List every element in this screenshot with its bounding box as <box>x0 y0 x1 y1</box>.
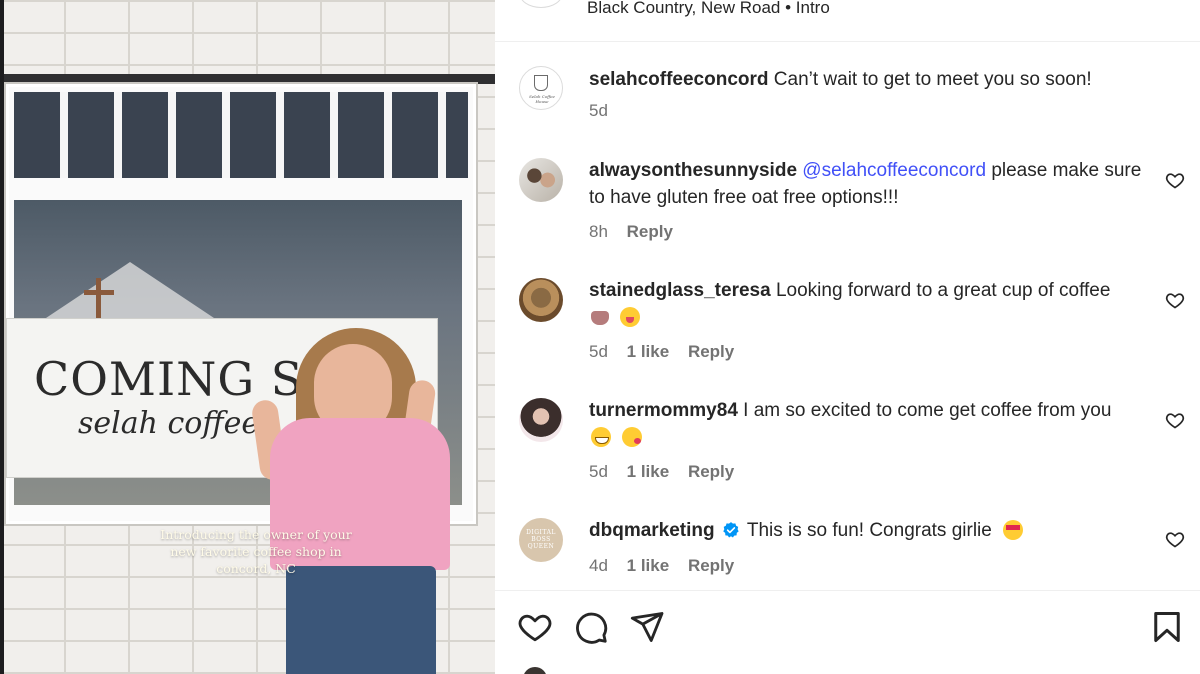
comment-body: selahcoffeeconcord Can’t wait to get to … <box>589 66 1149 93</box>
reply-button[interactable]: Reply <box>688 342 734 361</box>
post-header: Black Country, New Road • Intro <box>495 0 1200 42</box>
comment-body: dbqmarketing This is so fun! Congrats gi… <box>589 517 1149 544</box>
save-button[interactable] <box>1149 609 1185 645</box>
comment-mention-link[interactable]: @selahcoffeeconcord <box>802 160 986 181</box>
comment-time[interactable]: 8h <box>589 222 608 241</box>
cross-reflection-bar <box>84 290 114 295</box>
banner-subtitle: selah coffee <box>78 406 260 441</box>
comment-meta: 4d 1 like Reply <box>589 556 748 576</box>
avatar[interactable] <box>519 278 563 322</box>
comment-text: This is so fun! Congrats girlie <box>746 520 992 541</box>
comment-meta: 5d 1 like Reply <box>589 462 748 482</box>
comment-username[interactable]: stainedglass_teresa <box>589 280 771 301</box>
paper-plane-icon <box>630 612 664 642</box>
comment-text: Looking forward to a great cup of coffee <box>775 280 1111 301</box>
avatar-label: DIGITAL BOSS QUEEN <box>526 529 556 550</box>
comment-username[interactable]: turnermommy84 <box>589 400 738 421</box>
heart-eyes-emoji <box>1003 520 1024 540</box>
avatar-label: Selah Coffee House <box>529 94 555 104</box>
awning-bar <box>0 74 495 84</box>
comment-meta: 5d <box>589 101 622 121</box>
comment-time[interactable]: 5d <box>589 101 608 120</box>
comment-meta: 8h Reply <box>589 222 687 242</box>
like-comment-button[interactable] <box>1165 529 1185 549</box>
comment-likes[interactable]: 1 like <box>627 342 670 361</box>
person-jeans <box>286 566 436 674</box>
verified-badge-icon <box>723 522 739 538</box>
media-caption: Introducing the owner of your new favori… <box>160 527 352 576</box>
reply-button[interactable]: Reply <box>627 222 673 241</box>
avatar[interactable] <box>519 398 563 442</box>
comment-body: stainedglass_teresa Looking forward to a… <box>589 277 1149 331</box>
comment-body: alwaysonthesunnyside @selahcoffeeconcord… <box>589 157 1149 211</box>
bookmark-icon <box>1154 612 1180 642</box>
comment-username[interactable]: selahcoffeeconcord <box>589 69 769 90</box>
comment-username[interactable]: dbqmarketing <box>589 520 715 541</box>
avatar[interactable]: DIGITAL BOSS QUEEN <box>519 518 563 562</box>
like-comment-button[interactable] <box>1165 290 1185 310</box>
like-comment-button[interactable] <box>1165 170 1185 190</box>
like-post-button[interactable] <box>517 609 553 645</box>
liker-avatar[interactable] <box>523 667 547 674</box>
comment-bubble-icon <box>576 612 608 644</box>
window-transom <box>14 92 468 178</box>
heart-icon <box>1165 532 1185 548</box>
heart-icon <box>1165 173 1185 189</box>
comment-time[interactable]: 4d <box>589 556 608 575</box>
comment-meta: 5d 1 like Reply <box>589 342 748 362</box>
comment-button[interactable] <box>573 609 609 645</box>
cross-reflection <box>96 278 101 320</box>
comment-text: Can’t wait to get to meet you so soon! <box>773 69 1092 90</box>
comment-username[interactable]: alwaysonthesunnyside <box>589 160 797 181</box>
heart-icon <box>1165 413 1185 429</box>
heart-icon <box>1165 293 1185 309</box>
avatar[interactable]: Selah Coffee House <box>519 66 563 110</box>
comment-text: I am so excited to come get coffee from … <box>743 400 1112 421</box>
like-comment-button[interactable] <box>1165 410 1185 430</box>
post-media[interactable]: COMING SOO selah coffee Introducing the … <box>0 0 495 674</box>
share-button[interactable] <box>629 609 665 645</box>
zany-face-emoji <box>620 307 641 327</box>
author-avatar[interactable] <box>519 0 563 8</box>
comment-likes[interactable]: 1 like <box>627 462 670 481</box>
post-action-bar <box>495 590 1200 674</box>
tea-emoji <box>591 311 609 325</box>
reply-button[interactable]: Reply <box>688 556 734 575</box>
audio-location-label[interactable]: Black Country, New Road • Intro <box>587 0 830 18</box>
avatar[interactable] <box>519 158 563 202</box>
coffee-cup-icon <box>534 75 548 91</box>
heart-icon <box>518 614 552 642</box>
comment-time[interactable]: 5d <box>589 342 608 361</box>
reply-button[interactable]: Reply <box>688 462 734 481</box>
comment-time[interactable]: 5d <box>589 462 608 481</box>
comment-body: turnermommy84 I am so excited to come ge… <box>589 397 1149 451</box>
comments-panel: Black Country, New Road • Intro Selah Co… <box>495 0 1200 674</box>
comment-likes[interactable]: 1 like <box>627 556 670 575</box>
grinning-face-emoji <box>591 427 611 447</box>
media-left-edge <box>0 0 4 674</box>
kissing-heart-emoji <box>622 427 643 447</box>
